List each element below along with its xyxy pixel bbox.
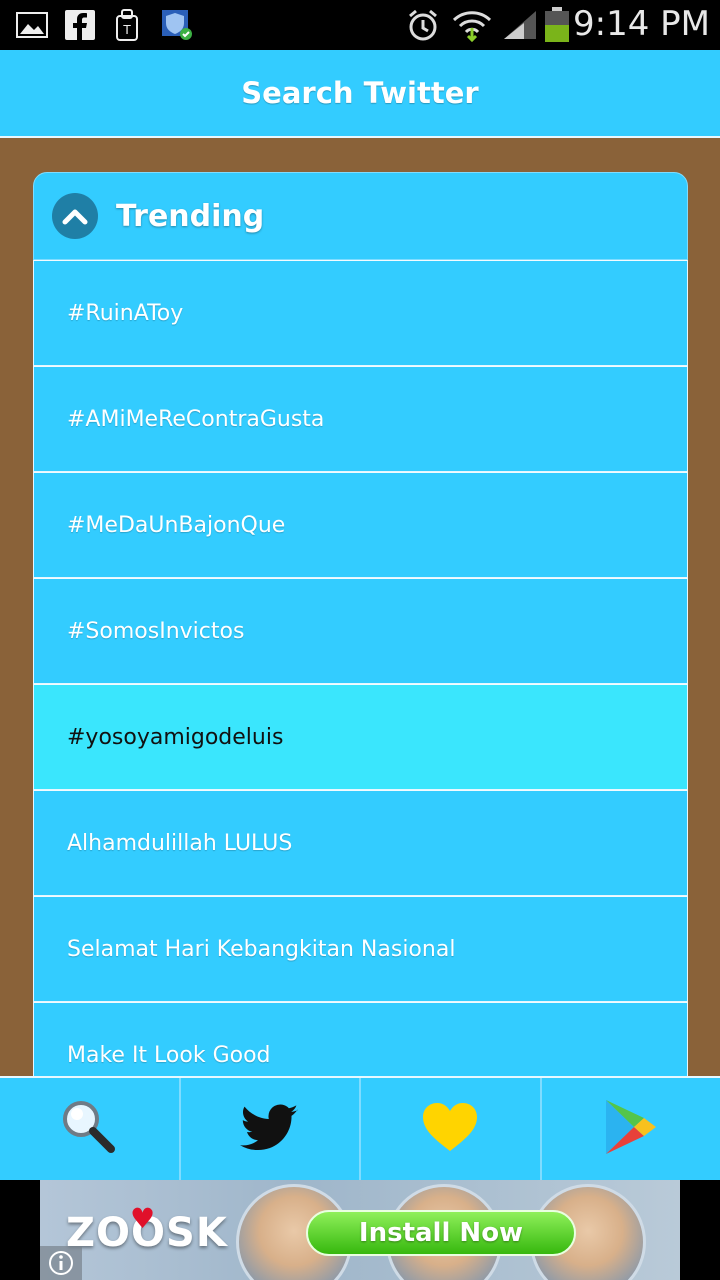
alarm-icon bbox=[404, 8, 442, 42]
nav-play-store-button[interactable] bbox=[542, 1078, 720, 1180]
ad-banner[interactable]: ZOOSK ♥ Install Now bbox=[40, 1180, 680, 1280]
trend-label: Alhamdulillah LULUS bbox=[67, 830, 293, 856]
tmobile-icon: T bbox=[112, 8, 144, 42]
heart-icon bbox=[421, 1101, 479, 1157]
page-title: Search Twitter bbox=[241, 76, 479, 110]
image-icon bbox=[14, 8, 50, 42]
trend-label: #yosoyamigodeluis bbox=[67, 724, 284, 750]
trend-item[interactable]: Selamat Hari Kebangkitan Nasional bbox=[33, 896, 688, 1002]
trending-list: #RuinAToy #AMiMeReContraGusta #MeDaUnBaj… bbox=[33, 260, 688, 1076]
trend-item-selected[interactable]: #yosoyamigodeluis bbox=[33, 684, 688, 790]
status-time: 9:14 PM bbox=[573, 4, 710, 44]
bottom-nav bbox=[0, 1076, 720, 1180]
search-icon bbox=[59, 1097, 119, 1161]
battery-icon bbox=[542, 7, 572, 42]
facebook-icon bbox=[64, 8, 96, 42]
trend-item[interactable]: #SomosInvictos bbox=[33, 578, 688, 684]
trending-title: Trending bbox=[116, 198, 265, 234]
trending-panel: Trending #RuinAToy #AMiMeReContraGusta #… bbox=[33, 172, 688, 1076]
trend-item[interactable]: #RuinAToy bbox=[33, 260, 688, 366]
play-store-icon bbox=[604, 1098, 658, 1160]
install-now-button[interactable]: Install Now bbox=[306, 1210, 576, 1256]
wifi-icon bbox=[450, 8, 494, 42]
trend-label: #RuinAToy bbox=[67, 300, 184, 326]
svg-text:T: T bbox=[122, 23, 131, 37]
heart-icon: ♥ bbox=[130, 1202, 156, 1235]
status-bar: T 9:14 PM bbox=[0, 0, 720, 50]
main-content: Trending #RuinAToy #AMiMeReContraGusta #… bbox=[0, 138, 720, 1076]
info-icon[interactable] bbox=[40, 1246, 82, 1280]
trend-label: Selamat Hari Kebangkitan Nasional bbox=[67, 936, 456, 962]
trend-item[interactable]: Alhamdulillah LULUS bbox=[33, 790, 688, 896]
nav-favorites-button[interactable] bbox=[361, 1078, 542, 1180]
trend-item[interactable]: #AMiMeReContraGusta bbox=[33, 366, 688, 472]
trend-label: #SomosInvictos bbox=[67, 618, 245, 644]
trend-item[interactable]: Make It Look Good bbox=[33, 1002, 688, 1076]
trend-label: Make It Look Good bbox=[67, 1042, 271, 1068]
nav-twitter-button[interactable] bbox=[181, 1078, 361, 1180]
signal-icon bbox=[500, 8, 540, 42]
trend-item[interactable]: #MeDaUnBajonQue bbox=[33, 472, 688, 578]
shield-icon bbox=[160, 8, 194, 42]
trending-panel-header[interactable]: Trending bbox=[33, 172, 688, 260]
twitter-bird-icon bbox=[239, 1104, 300, 1154]
nav-search-button[interactable] bbox=[0, 1078, 181, 1180]
trend-label: #AMiMeReContraGusta bbox=[67, 406, 325, 432]
trend-label: #MeDaUnBajonQue bbox=[67, 512, 286, 538]
chevron-up-icon[interactable] bbox=[52, 193, 98, 239]
app-header: Search Twitter bbox=[0, 50, 720, 138]
